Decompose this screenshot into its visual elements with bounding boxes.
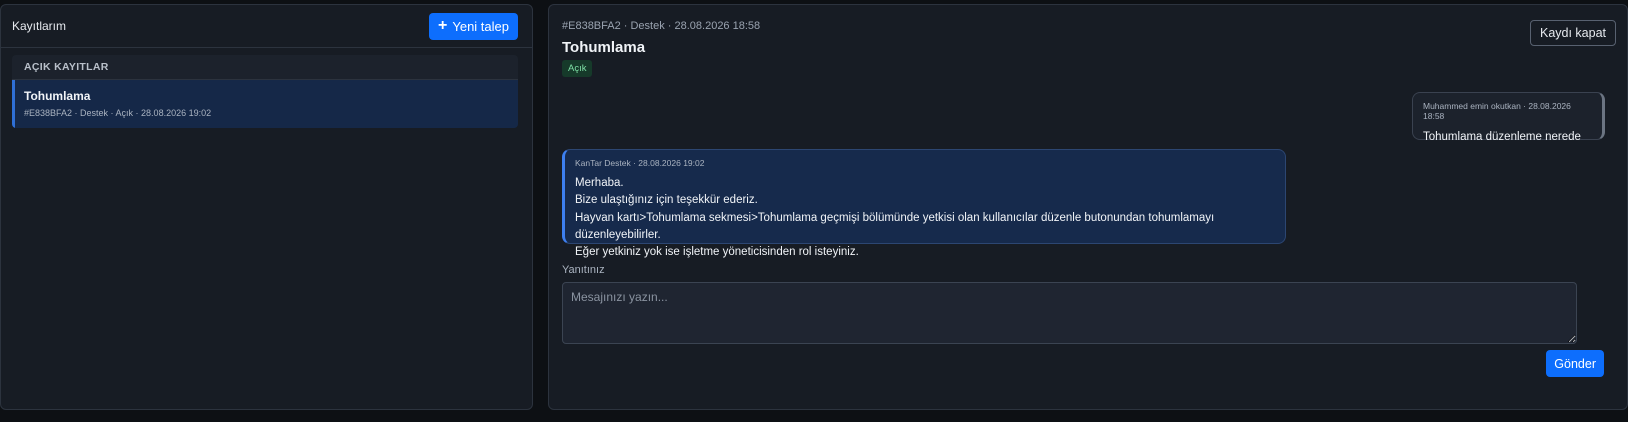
new-ticket-button[interactable]: + Yeni talep bbox=[429, 12, 518, 40]
sidebar-title: Kayıtlarım bbox=[12, 19, 67, 33]
reply-input[interactable] bbox=[562, 282, 1577, 344]
send-button[interactable]: Gönder bbox=[1546, 350, 1604, 377]
message-line: Eğer yetkiniz yok ise işletme yöneticisi… bbox=[575, 246, 859, 258]
support-message: KanTar Destek · 28.08.2026 19:02 Merhaba… bbox=[562, 149, 1286, 258]
open-tickets-header: AÇIK KAYITLAR bbox=[12, 55, 518, 80]
new-ticket-label: Yeni talep bbox=[452, 18, 509, 34]
status-badge: Açık bbox=[562, 60, 593, 77]
message-author: KanTar Destek · 28.08.2026 19:02 bbox=[575, 158, 705, 168]
sidebar-header: Kayıtlarım + Yeni talep bbox=[1, 5, 532, 48]
message-text: Tohumlama düzenleme nerede bbox=[1423, 131, 1581, 143]
close-ticket-button[interactable]: Kaydı kapat bbox=[1529, 20, 1616, 46]
plus-icon: + bbox=[438, 17, 448, 34]
tickets-sidebar: Kayıtlarım + Yeni talep AÇIK KAYITLAR To… bbox=[0, 4, 533, 410]
ticket-list-item-title: Tohumlama bbox=[24, 89, 91, 103]
ticket-list-item[interactable]: Tohumlama #E838BFA2 · Destek · Açık · 28… bbox=[12, 80, 518, 128]
message-text: Merhaba. Bize ulaştığınız için teşekkür … bbox=[575, 175, 1275, 261]
open-tickets-list: AÇIK KAYITLAR Tohumlama #E838BFA2 · Dest… bbox=[12, 55, 518, 128]
message-line: Hayvan kartı>Tohumlama sekmesi>Tohumlama… bbox=[575, 211, 1215, 241]
ticket-list-item-meta: #E838BFA2 · Destek · Açık · 28.08.2026 1… bbox=[24, 108, 212, 118]
ticket-meta: #E838BFA2 · Destek · 28.08.2026 18:58 bbox=[562, 20, 761, 32]
message-line: Bize ulaştığınız için teşekkür ederiz. bbox=[575, 194, 758, 207]
message-line: Merhaba. bbox=[575, 177, 624, 189]
ticket-title: Tohumlama bbox=[562, 39, 646, 56]
message-author: Muhammed emin okutkan · 28.08.2026 18:58 bbox=[1423, 101, 1571, 121]
ticket-detail-panel: #E838BFA2 · Destek · 28.08.2026 18:58 To… bbox=[548, 4, 1628, 410]
user-message: Muhammed emin okutkan · 28.08.2026 18:58… bbox=[1412, 92, 1605, 143]
reply-label: Yanıtınız bbox=[562, 264, 605, 276]
